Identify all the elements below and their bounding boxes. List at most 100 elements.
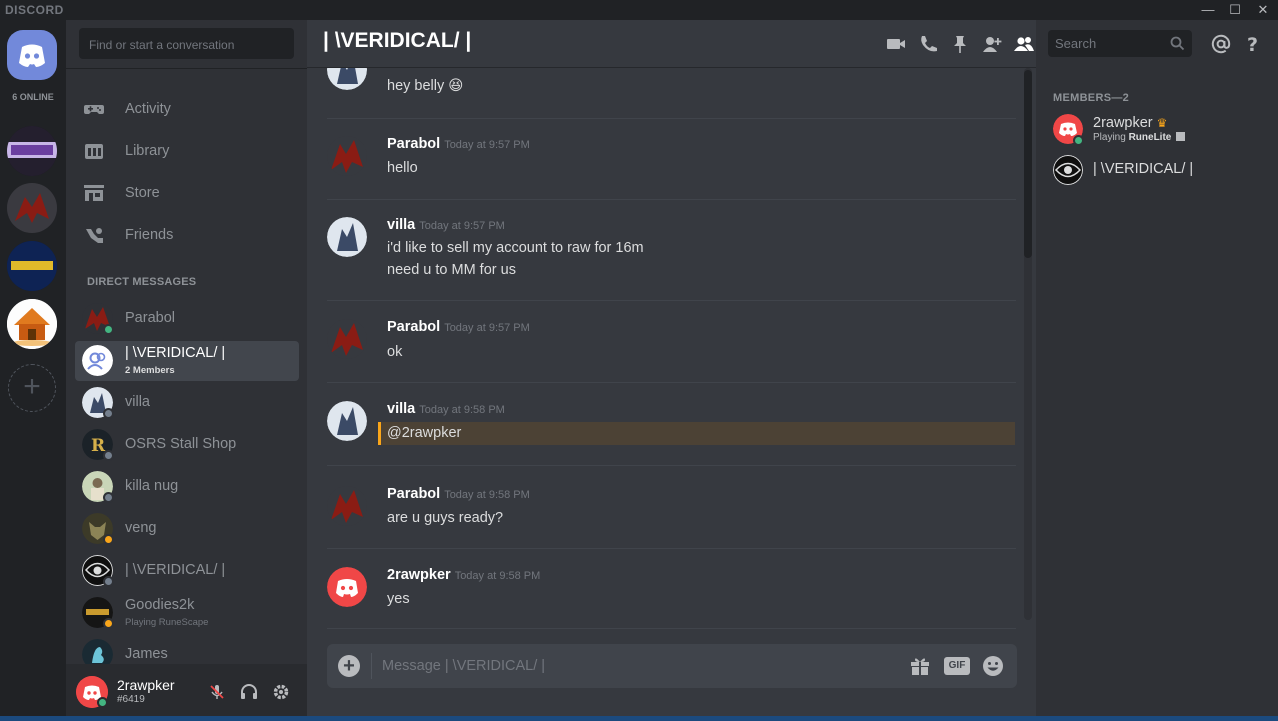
pinned-messages-icon[interactable] (949, 33, 971, 55)
author-name[interactable]: villa (387, 217, 415, 233)
message-input[interactable]: Message | \VERIDICAL/ | (382, 658, 545, 674)
status-online-indicator (103, 324, 114, 335)
dm-name: veng (125, 520, 157, 536)
add-friends-to-dm-icon[interactable] (981, 33, 1003, 55)
close-button[interactable]: ✕ (1249, 0, 1277, 20)
avatar[interactable] (327, 486, 367, 526)
member-count: 2 Members (125, 365, 175, 376)
gift-icon[interactable] (909, 655, 931, 677)
dm-item-goodies2k[interactable]: Goodies2k Playing RuneScape (75, 593, 299, 633)
nav-label: Library (125, 143, 170, 159)
owner-crown-icon: ♛ (1156, 116, 1168, 130)
author-name[interactable]: Parabol (387, 486, 440, 502)
avatar[interactable] (327, 319, 367, 359)
user-panel: 2rawpker #6419 (66, 664, 307, 721)
avatar[interactable] (327, 567, 367, 607)
status-online-indicator (97, 697, 108, 708)
dm-item-parabol[interactable]: Parabol (75, 299, 299, 339)
author-name[interactable]: Parabol (387, 136, 440, 152)
member-item-veridical[interactable]: | \VERIDICAL/ | (1053, 153, 1273, 189)
dm-item-villa[interactable]: villa (75, 383, 299, 423)
nav-library[interactable]: Library (83, 135, 298, 167)
message-text: ok (387, 344, 403, 360)
search-input[interactable]: Search (1048, 30, 1192, 57)
message-author[interactable]: villa Today at 9:57 PM (387, 217, 505, 233)
home-button[interactable] (7, 30, 57, 80)
message-author[interactable]: Parabol Today at 9:57 PM (387, 319, 530, 335)
message-author[interactable]: Parabol Today at 9:57 PM (387, 136, 530, 152)
message-text: i'd like to sell my account to raw for 1… (387, 240, 644, 256)
member-name: 2rawpker ♛ (1093, 115, 1167, 131)
members-header: MEMBERS—2 (1053, 92, 1130, 104)
message-divider (327, 118, 1016, 119)
minimize-button[interactable]: — (1194, 0, 1222, 20)
message-composer: + Message | \VERIDICAL/ | GIF (327, 644, 1017, 688)
voice-call-icon[interactable] (917, 33, 939, 55)
user-mention[interactable]: @2rawpker (387, 425, 461, 441)
member-name-text: 2rawpker (1093, 115, 1153, 131)
settings-gear-icon[interactable] (271, 682, 291, 702)
member-list-icon[interactable] (1013, 33, 1035, 55)
dm-sidebar: Find or start a conversation Activity Li… (66, 20, 307, 721)
nav-friends[interactable]: Friends (83, 219, 298, 251)
status-online-indicator (1073, 135, 1084, 146)
guild-list: 6 ONLINE + (0, 20, 66, 721)
message-timestamp: Today at 9:58 PM (419, 404, 505, 416)
gif-button[interactable]: GIF (944, 657, 970, 675)
gamepad-icon (84, 105, 104, 114)
activity-prefix: Playing (1093, 132, 1129, 143)
emoji-picker-icon[interactable] (982, 655, 1004, 677)
guild-icon-hut[interactable] (7, 299, 57, 349)
scroll-thumb[interactable] (1024, 70, 1032, 258)
rich-presence-icon (1176, 132, 1186, 141)
message-group: 2rawpker Today at 9:58 PM yes (327, 567, 1017, 617)
message-author[interactable]: 2rawpker Today at 9:58 PM (387, 567, 540, 583)
mentions-icon[interactable] (1210, 33, 1232, 55)
guild-icon-ment[interactable] (7, 126, 57, 176)
avatar[interactable] (327, 68, 367, 90)
nav-store[interactable]: Store (83, 177, 298, 209)
user-tag: #6419 (117, 694, 145, 705)
help-icon[interactable]: ? (1242, 33, 1264, 55)
dm-item-veng[interactable]: veng (75, 509, 299, 549)
status-offline-indicator (103, 450, 114, 461)
add-server-button[interactable]: + (8, 364, 56, 412)
nav-activity[interactable]: Activity (83, 93, 298, 125)
upload-plus-icon[interactable]: + (338, 655, 360, 677)
dm-item-killa-nug[interactable]: killa nug (75, 467, 299, 507)
status-idle-indicator (103, 534, 114, 545)
dm-item-veridical[interactable]: | \VERIDICAL/ | (75, 551, 299, 591)
author-name[interactable]: Parabol (387, 319, 440, 335)
dm-name: killa nug (125, 478, 179, 494)
message-divider (327, 199, 1016, 200)
message-text: are u guys ready? (387, 510, 504, 526)
avatar[interactable] (327, 217, 367, 257)
mute-microphone-icon[interactable] (207, 682, 227, 702)
message-text: yes (387, 591, 410, 607)
chat-area: | \VERIDICAL/ | Search ? hey belly 😆 Par… (307, 20, 1258, 721)
author-name[interactable]: 2rawpker (387, 567, 451, 583)
message-author[interactable]: Parabol Today at 9:58 PM (387, 486, 530, 502)
avatar (1053, 155, 1083, 185)
member-list: MEMBERS—2 2rawpker ♛ Playing RuneLite | … (1036, 20, 1278, 721)
find-conversation-input[interactable]: Find or start a conversation (79, 28, 294, 59)
maximize-button[interactable]: ☐ (1221, 0, 1249, 20)
member-item-2rawpker[interactable]: 2rawpker ♛ Playing RuneLite (1053, 112, 1273, 148)
message-list: hey belly 😆 Parabol Today at 9:57 PM hell… (307, 68, 1036, 648)
dragon-icon (7, 183, 57, 233)
avatar[interactable] (327, 136, 367, 176)
dm-item-osrs-stall-shop[interactable]: R OSRS Stall Shop (75, 425, 299, 465)
dm-item-veridical-group[interactable]: | \VERIDICAL/ | 2 Members (75, 341, 299, 381)
dm-name: Goodies2k (125, 597, 195, 613)
discord-logo-icon (19, 44, 45, 67)
message-author[interactable]: villa Today at 9:58 PM (387, 401, 505, 417)
message-scrollbar[interactable] (1024, 68, 1032, 620)
avatar[interactable] (327, 401, 367, 441)
guild-icon-small-exp[interactable] (7, 241, 57, 291)
dm-name: | \VERIDICAL/ | (125, 345, 226, 361)
message-divider (327, 300, 1016, 301)
video-call-icon[interactable] (885, 33, 907, 55)
guild-icon-dragon[interactable] (7, 183, 57, 233)
headphones-icon[interactable] (239, 682, 259, 702)
author-name[interactable]: villa (387, 401, 415, 417)
